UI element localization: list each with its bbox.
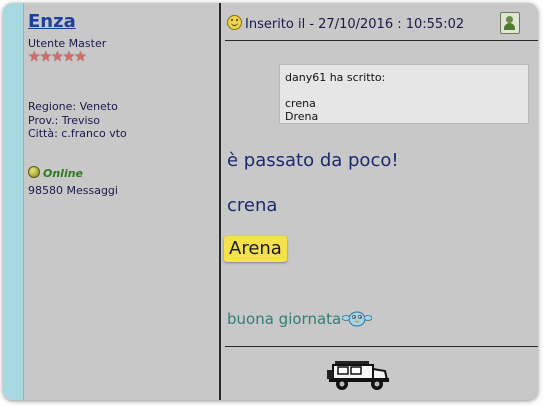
left-accent-bar	[3, 3, 24, 400]
online-status-label: Online	[43, 167, 84, 180]
header-divider	[225, 40, 538, 41]
quote-line: crena	[285, 97, 316, 110]
jeep-image	[327, 361, 389, 390]
author-message-count: 98580 Messaggi	[28, 184, 118, 197]
post-header: Inserito il - 27/10/2016 : 10:55:02	[227, 15, 464, 32]
quote-author: dany61 ha scritto:	[285, 71, 386, 84]
bird-emoticon-icon	[342, 311, 373, 327]
highlighted-text: Arena	[224, 236, 287, 262]
post-text-line: è passato da poco!	[227, 150, 399, 171]
author-region: Regione: Veneto	[28, 100, 118, 113]
quote-line: Drena	[285, 110, 319, 123]
author-panel: Enza Utente Master ★★★★★ Regione: Veneto…	[24, 3, 218, 400]
forum-post: Enza Utente Master ★★★★★ Regione: Veneto…	[3, 3, 538, 400]
author-city: Città: c.franco vto	[28, 127, 127, 140]
rank-stars-icon: ★★★★★	[28, 49, 87, 65]
post-text-line: crena	[227, 195, 278, 216]
greeting-text: buona giornata	[227, 310, 342, 328]
greeting-line: buona giornata	[227, 310, 373, 328]
quote-box: dany61 ha scritto: crena Drena	[279, 64, 529, 124]
smiley-icon	[227, 15, 242, 30]
online-status-icon	[28, 166, 40, 178]
author-province: Prov.: Treviso	[28, 114, 100, 127]
post-content: Inserito il - 27/10/2016 : 10:55:02 dany…	[221, 3, 538, 400]
online-status: Online	[28, 166, 83, 180]
user-profile-icon[interactable]	[500, 12, 520, 34]
post-timestamp: Inserito il - 27/10/2016 : 10:55:02	[245, 17, 465, 32]
author-name-link[interactable]: Enza	[28, 11, 76, 32]
signature-divider	[225, 346, 538, 347]
